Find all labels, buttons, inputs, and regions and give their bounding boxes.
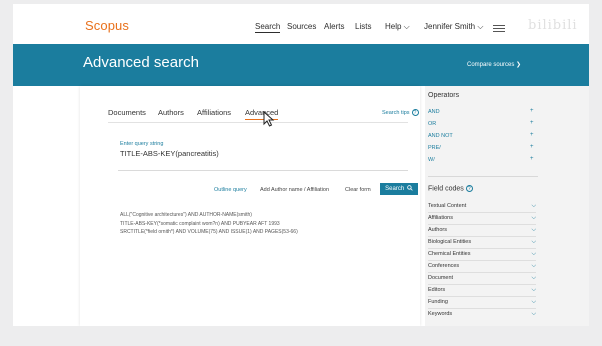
add-operator-icon[interactable]: + [530,156,534,162]
chevron-down-icon: ⌵ [531,287,536,293]
help-circle-icon: ? [411,109,419,116]
add-operator-icon[interactable]: + [530,108,534,114]
nav-user-menu[interactable]: Jennifer Smith ⌵ [424,22,483,32]
query-input[interactable]: TITLE-ABS-KEY(pancreatitis) [120,149,219,158]
field-code-divider [428,272,536,273]
field-code-item[interactable]: Conferences ⌵ [428,263,536,269]
nav-lists[interactable]: Lists [355,22,371,31]
page-title: Advanced search [83,54,199,71]
chevron-down-icon: ⌵ [531,227,536,233]
field-code-item[interactable]: Keywords ⌵ [428,311,536,317]
operators-title: Operators [428,92,460,99]
chevron-down-icon: ⌵ [531,275,536,281]
field-code-divider [428,212,536,213]
nav-search[interactable]: Search [255,22,281,33]
operators-panel: Operators AND + OR + AND NOT + PRE/ + W/… [425,86,589,326]
watermark: bilibili [528,18,578,33]
search-icon [407,185,413,192]
add-operator-icon[interactable]: + [530,120,534,126]
field-code-label: Chemical Entities [428,251,471,257]
scopus-logo[interactable]: Scopus [85,18,129,33]
chevron-down-icon: ⌵ [531,251,536,257]
operator-pre: PRE/ [428,145,441,151]
field-code-item[interactable]: Textual Content ⌵ [428,203,536,209]
screen-frame: Scopus Search Sources Alerts Lists Help … [13,4,589,326]
operator-w: W/ [428,157,435,163]
nav-alerts[interactable]: Alerts [324,22,344,31]
example-line: TITLE-ABS-KEY(*somatic complaint wom?n) … [120,220,280,227]
field-code-label: Textual Content [428,203,467,209]
field-code-label: Keywords [428,311,453,317]
field-codes-label: Field codes [428,185,464,193]
field-code-label: Funding [428,299,448,305]
field-code-label: Conferences [428,263,460,269]
example-line: SRCTITLE(*field ornith*) AND VOLUME(75) … [120,229,298,235]
field-code-divider [428,248,536,249]
outline-query-link[interactable]: Outline query [214,187,247,193]
field-code-divider [428,296,536,297]
query-examples: ALL("Cognitive architectures") AND AUTHO… [120,211,298,237]
query-underline [118,170,408,171]
chevron-down-icon: ⌵ [531,203,536,209]
field-code-divider [428,236,536,237]
clear-form-link[interactable]: Clear form [345,187,371,193]
add-operator-icon[interactable]: + [530,132,534,138]
field-code-divider [428,224,536,225]
operator-and-not: AND NOT [428,133,453,139]
tab-divider [108,122,408,123]
search-button[interactable]: Search [380,183,418,195]
tab-documents[interactable]: Documents [108,108,146,117]
search-card: Documents Authors Affiliations Advanced … [80,86,420,326]
top-bar: Scopus Search Sources Alerts Lists Help … [13,4,589,44]
nav-help[interactable]: Help ⌵ [385,22,410,32]
field-code-divider [428,284,536,285]
tab-affiliations[interactable]: Affiliations [197,108,231,117]
add-author-link[interactable]: Add Author name / Affiliation [260,187,329,193]
add-operator-icon[interactable]: + [530,144,534,150]
menu-icon[interactable] [493,25,505,33]
help-circle-icon[interactable]: ? [465,185,473,192]
search-tips-label: Search tips [382,110,410,116]
compare-sources-link[interactable]: Compare sources ❯ [467,61,521,68]
field-code-divider [428,260,536,261]
chevron-down-icon: ⌵ [531,263,536,269]
nav-sources[interactable]: Sources [287,22,316,31]
field-code-item[interactable]: Biological Entities ⌵ [428,239,536,245]
chevron-down-icon: ⌵ [531,215,536,221]
operator-or: OR [428,121,437,127]
field-codes-title: Field codes? [428,185,473,192]
chevron-down-icon: ⌵ [531,311,536,317]
field-code-item[interactable]: Authors ⌵ [428,227,536,233]
field-code-item[interactable]: Affiliations ⌵ [428,215,536,221]
field-code-label: Authors [428,227,447,233]
field-code-label: Editors [428,287,446,293]
mouse-cursor-icon [263,111,275,127]
chevron-down-icon: ⌵ [531,299,536,305]
operator-and: AND [428,109,440,115]
chevron-down-icon: ⌵ [531,239,536,245]
field-code-label: Affiliations [428,215,453,221]
search-button-label: Search [385,186,405,192]
field-code-label: Document [428,275,454,281]
field-code-item[interactable]: Document ⌵ [428,275,536,281]
field-code-divider [428,308,536,309]
tab-authors[interactable]: Authors [158,108,184,117]
page-header-band: Advanced search Compare sources ❯ [13,44,589,86]
example-line: ALL("Cognitive architectures") AND AUTHO… [120,212,252,218]
field-code-label: Biological Entities [428,239,472,245]
field-code-item[interactable]: Editors ⌵ [428,287,536,293]
field-code-item[interactable]: Chemical Entities ⌵ [428,251,536,257]
panel-divider [428,176,538,177]
field-code-item[interactable]: Funding ⌵ [428,299,536,305]
search-tips-link[interactable]: Search tips? [382,109,419,116]
query-label: Enter query string [120,141,164,147]
